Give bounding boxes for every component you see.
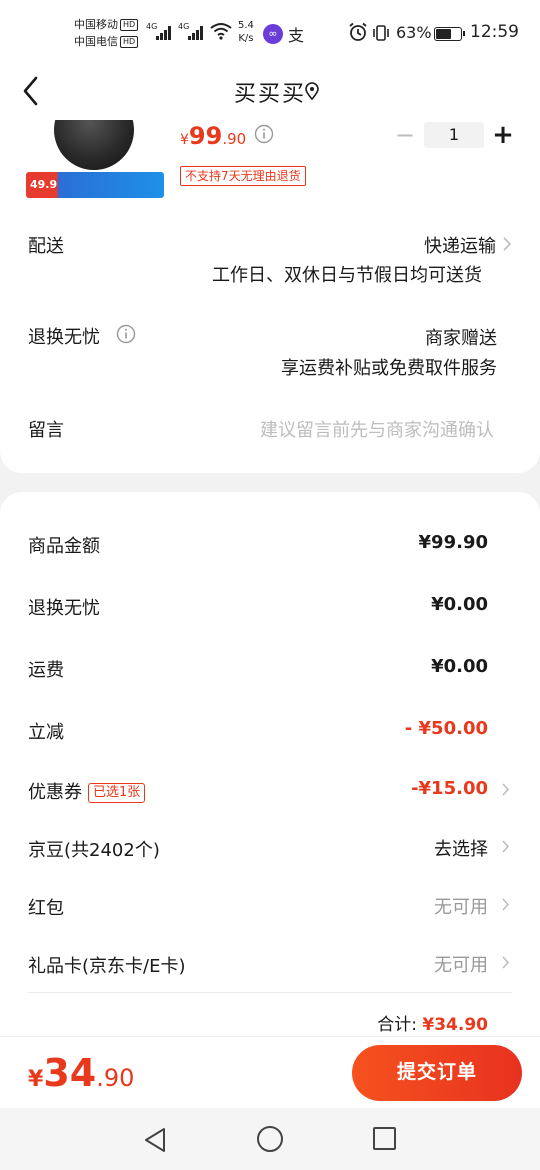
quantity-increase-button[interactable]: + xyxy=(492,122,514,148)
divider xyxy=(28,992,512,993)
helmet-image xyxy=(54,120,134,170)
jingdou-value[interactable]: 去选择 xyxy=(434,835,488,861)
battery-percent: 63% xyxy=(396,23,432,42)
status-bar: 中国移动 HD 中国电信 HD 4G 4G 5.4 K/s ∞ 支 63% 12:5… xyxy=(0,0,540,64)
chevron-right-icon[interactable] xyxy=(501,782,510,797)
nav-recents-icon[interactable] xyxy=(373,1127,396,1150)
alarm-icon xyxy=(349,22,367,41)
checkout-total: ¥34.90 xyxy=(28,1051,135,1095)
message-input[interactable]: 建议留言前先与商家沟通确认 xyxy=(260,416,494,442)
fee-summary-card: 商品金额 ¥99.90 退换无忧 ¥0.00 运费 ¥0.00 立减 - ¥50… xyxy=(0,492,540,1036)
carrier-info: 中国移动 HD 中国电信 HD xyxy=(74,16,139,50)
delivery-method[interactable]: 快递运输 xyxy=(424,232,496,258)
return-fee-label: 退换无忧 xyxy=(28,598,100,619)
coupon-badge: 已选1张 xyxy=(88,783,146,803)
submit-order-button[interactable]: 提交订单 xyxy=(352,1045,522,1101)
net-speed: 5.4 K/s xyxy=(238,20,254,44)
chevron-right-icon[interactable] xyxy=(501,839,510,854)
page-title: 买买买 xyxy=(233,82,306,107)
discount-value: - ¥50.00 xyxy=(404,718,488,739)
quantity-input[interactable]: 1 xyxy=(424,122,484,148)
hd-badge: HD xyxy=(120,36,139,48)
carrier-2: 中国电信 xyxy=(74,35,118,48)
total-label: 合计: xyxy=(377,1015,417,1035)
chevron-right-icon[interactable] xyxy=(501,897,510,912)
system-nav-bar xyxy=(0,1108,540,1170)
redpacket-label: 红包 xyxy=(28,898,64,919)
carrier-1: 中国移动 xyxy=(74,18,118,31)
coupon-label: 优惠券 xyxy=(28,782,82,803)
return-service-value: 商家赠送 xyxy=(425,328,497,349)
coupon-value[interactable]: -¥15.00 xyxy=(411,778,488,799)
discount-label: 立减 xyxy=(28,722,64,743)
coupon-row[interactable]: 优惠券 已选1张 xyxy=(28,778,146,804)
network-type: 4G xyxy=(146,22,158,31)
wifi-icon xyxy=(210,23,232,40)
message-label: 留言 xyxy=(28,420,64,441)
quantity-decrease-button[interactable]: − xyxy=(394,123,416,147)
nav-back-icon[interactable] xyxy=(142,1126,168,1154)
product-price: ¥99.90 xyxy=(180,122,247,150)
promo-banner: 49.9 xyxy=(26,172,164,198)
jingdou-label: 京豆(共2402个) xyxy=(28,840,160,861)
location-pin-icon[interactable] xyxy=(304,82,320,100)
alipay-icon: 支 xyxy=(288,26,305,45)
giftcard-value[interactable]: 无可用 xyxy=(434,951,488,977)
delivery-note: 工作日、双休日与节假日均可送货 xyxy=(212,265,482,286)
giftcard-label: 礼品卡(京东卡/E卡) xyxy=(28,956,186,977)
hd-badge: HD xyxy=(120,19,139,31)
product-image[interactable]: 49.9 xyxy=(26,120,164,198)
nav-home-icon[interactable] xyxy=(257,1126,283,1152)
redpacket-value[interactable]: 无可用 xyxy=(434,893,488,919)
page-header: 买买买 xyxy=(0,64,540,120)
order-detail-card: 49.9 ¥99.90 − 1 + 不支持7天无理由退货 配送 快递运输 工作日… xyxy=(0,120,540,473)
shipping-value: ¥0.00 xyxy=(431,656,488,677)
return-service-label: 退换无忧 xyxy=(28,327,100,348)
goods-amount-value: ¥99.90 xyxy=(418,532,488,553)
chevron-right-icon[interactable] xyxy=(501,955,510,970)
return-service-note: 享运费补贴或免费取件服务 xyxy=(281,358,497,379)
total-value: ¥34.90 xyxy=(422,1015,488,1035)
banner-price: 49.9 xyxy=(30,178,58,191)
no-return-tag: 不支持7天无理由退货 xyxy=(180,166,306,186)
app-notification-icon: ∞ xyxy=(263,24,283,44)
return-fee-value: ¥0.00 xyxy=(431,594,488,615)
network-type: 4G xyxy=(178,22,190,31)
checkout-bar: ¥34.90 提交订单 xyxy=(0,1036,540,1108)
info-circle-icon[interactable] xyxy=(116,324,136,344)
info-circle-icon[interactable] xyxy=(254,124,274,144)
chevron-right-icon[interactable] xyxy=(502,236,512,252)
vibrate-icon xyxy=(373,25,389,41)
shipping-label: 运费 xyxy=(28,660,64,681)
battery-icon xyxy=(434,27,465,41)
clock: 12:59 xyxy=(470,22,519,42)
delivery-label: 配送 xyxy=(28,236,64,257)
total-line: 合计: ¥34.90 xyxy=(377,1010,488,1035)
goods-amount-label: 商品金额 xyxy=(28,536,100,557)
